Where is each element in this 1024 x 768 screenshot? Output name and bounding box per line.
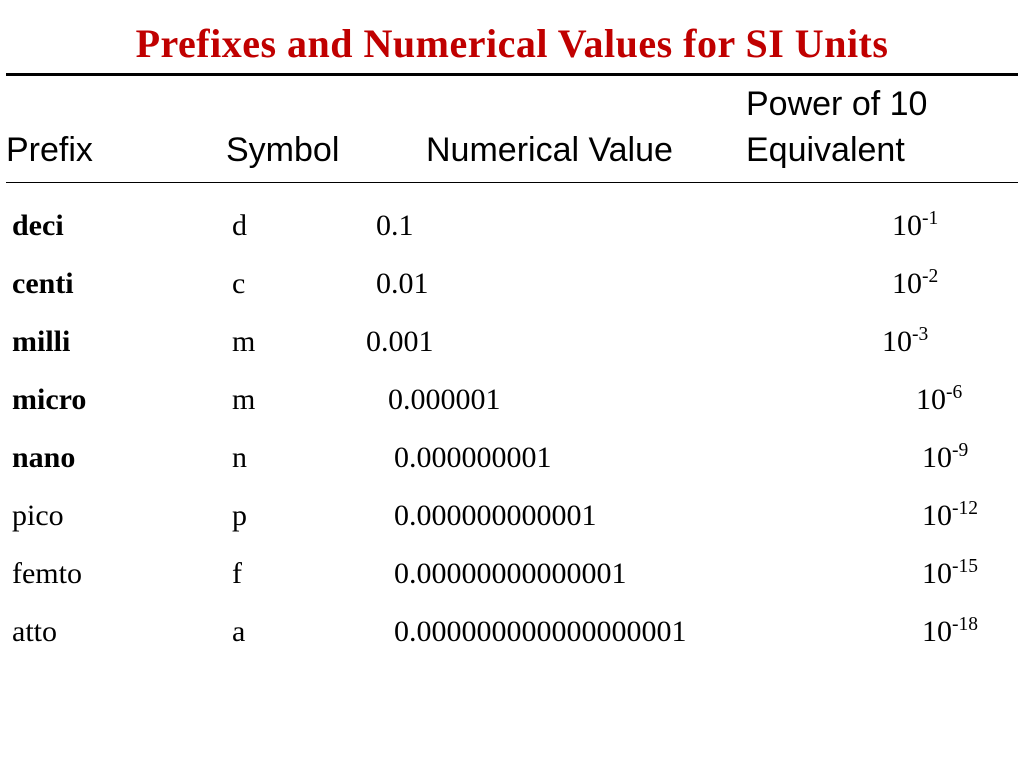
header-symbol: Symbol — [226, 128, 426, 174]
table-row: nanon0.00000000110-9 — [6, 429, 1018, 487]
power-exponent: -6 — [946, 382, 962, 403]
table-body: decid0.110-1centic0.0110-2millim0.00110-… — [6, 197, 1018, 661]
cell-numerical-value: 0.1 — [352, 209, 876, 243]
table-row: decid0.110-1 — [6, 197, 1018, 255]
cell-numerical-value: 0.000001 — [352, 383, 888, 417]
power-base: 10 — [892, 209, 922, 242]
cell-symbol: p — [232, 499, 352, 533]
cell-prefix: deci — [12, 209, 232, 243]
divider-thin — [6, 182, 1018, 183]
cell-numerical-value: 0.001 — [352, 325, 866, 359]
power-base: 10 — [892, 267, 922, 300]
cell-power-of-10: 10-3 — [866, 325, 1018, 359]
header-line-2: Prefix Symbol Numerical Value Equivalent — [6, 128, 1018, 174]
power-base: 10 — [916, 383, 946, 416]
header-line-1: Power of 10 — [6, 82, 1018, 128]
cell-numerical-value: 0.000000000001 — [352, 499, 894, 533]
power-exponent: -9 — [952, 440, 968, 461]
cell-prefix: pico — [12, 499, 232, 533]
header-numerical-value: Numerical Value — [426, 128, 746, 174]
cell-power-of-10: 10-6 — [888, 383, 1018, 417]
table-row: microm0.00000110-6 — [6, 371, 1018, 429]
table-row: picop0.00000000000110-12 — [6, 487, 1018, 545]
cell-power-of-10: 10-15 — [894, 557, 1018, 591]
cell-prefix: femto — [12, 557, 232, 591]
cell-numerical-value: 0.00000000000001 — [352, 557, 894, 591]
cell-symbol: c — [232, 267, 352, 301]
table-row: femtof0.0000000000000110-15 — [6, 545, 1018, 603]
cell-prefix: centi — [12, 267, 232, 301]
power-exponent: -1 — [922, 208, 938, 229]
table-row: millim0.00110-3 — [6, 313, 1018, 371]
cell-symbol: m — [232, 383, 352, 417]
power-exponent: -18 — [952, 614, 978, 635]
cell-power-of-10: 10-9 — [894, 441, 1018, 475]
power-base: 10 — [882, 325, 912, 358]
cell-numerical-value: 0.000000000000000001 — [352, 615, 894, 649]
header-power-of-10: Power of 10 — [746, 82, 927, 128]
page-title: Prefixes and Numerical Values for SI Uni… — [6, 20, 1018, 67]
cell-symbol: a — [232, 615, 352, 649]
cell-numerical-value: 0.01 — [352, 267, 876, 301]
power-exponent: -2 — [922, 266, 938, 287]
cell-power-of-10: 10-2 — [876, 267, 1018, 301]
cell-symbol: d — [232, 209, 352, 243]
cell-prefix: micro — [12, 383, 232, 417]
power-exponent: -15 — [952, 556, 978, 577]
cell-symbol: n — [232, 441, 352, 475]
cell-power-of-10: 10-18 — [894, 615, 1018, 649]
table-row: centic0.0110-2 — [6, 255, 1018, 313]
cell-power-of-10: 10-1 — [876, 209, 1018, 243]
cell-numerical-value: 0.000000001 — [352, 441, 894, 475]
document: Prefixes and Numerical Values for SI Uni… — [0, 0, 1024, 661]
cell-symbol: f — [232, 557, 352, 591]
divider-thick — [6, 73, 1018, 76]
header-equivalent: Equivalent — [746, 128, 1018, 174]
cell-prefix: nano — [12, 441, 232, 475]
power-exponent: -12 — [952, 498, 978, 519]
power-base: 10 — [922, 615, 952, 648]
power-base: 10 — [922, 557, 952, 590]
header-prefix: Prefix — [6, 128, 226, 174]
power-exponent: -3 — [912, 324, 928, 345]
power-base: 10 — [922, 499, 952, 532]
cell-prefix: atto — [12, 615, 232, 649]
table-header: Power of 10 Prefix Symbol Numerical Valu… — [6, 80, 1018, 180]
cell-power-of-10: 10-12 — [894, 499, 1018, 533]
table-row: attoa0.00000000000000000110-18 — [6, 603, 1018, 661]
cell-prefix: milli — [12, 325, 232, 359]
power-base: 10 — [922, 441, 952, 474]
cell-symbol: m — [232, 325, 352, 359]
